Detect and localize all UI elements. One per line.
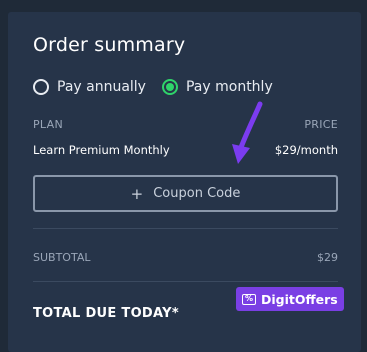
pay-annually-option[interactable]: Pay annually bbox=[33, 79, 146, 95]
pay-monthly-label: Pay monthly bbox=[185, 79, 273, 95]
price-column-header: PRICE bbox=[304, 118, 338, 131]
divider bbox=[33, 281, 338, 282]
coupon-code-button[interactable]: + Coupon Code bbox=[33, 175, 338, 212]
coupon-code-label: Coupon Code bbox=[153, 186, 241, 201]
pay-annually-radio[interactable] bbox=[33, 79, 49, 95]
pay-annually-label: Pay annually bbox=[57, 79, 146, 95]
coupon-tag-icon: % bbox=[242, 293, 256, 305]
digitoffers-watermark: % DigitOffers bbox=[236, 287, 344, 311]
watermark-text: DigitOffers bbox=[261, 291, 338, 307]
pay-monthly-radio[interactable] bbox=[161, 79, 178, 95]
pay-monthly-option[interactable]: Pay monthly bbox=[161, 79, 273, 95]
billing-period-selector: Pay annually Pay monthly bbox=[33, 77, 289, 97]
plus-icon: + bbox=[130, 184, 144, 203]
subtotal-label: SUBTOTAL bbox=[33, 251, 91, 264]
plan-price: $29/month bbox=[274, 143, 338, 157]
arrow-annotation-icon bbox=[232, 101, 263, 164]
order-summary-title: Order summary bbox=[33, 34, 186, 56]
plan-name: Learn Premium Monthly bbox=[33, 143, 170, 157]
subtotal-value: $29 bbox=[317, 251, 338, 264]
divider bbox=[33, 228, 338, 229]
plan-column-header: PLAN bbox=[33, 118, 63, 131]
total-due-label: TOTAL DUE TODAY* bbox=[33, 306, 179, 321]
